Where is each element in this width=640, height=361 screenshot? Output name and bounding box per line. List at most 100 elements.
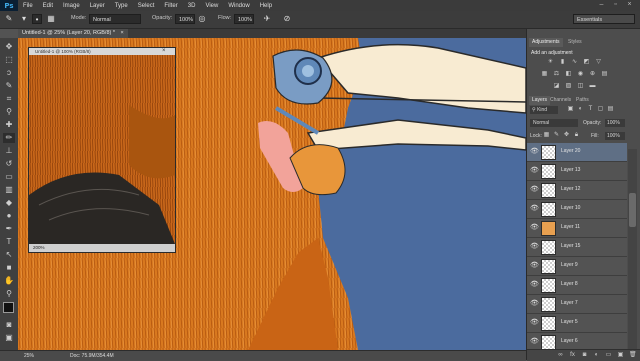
close-tab-icon[interactable]: × (121, 30, 124, 36)
type-tool-icon[interactable]: T (3, 237, 15, 247)
hand-tool-icon[interactable]: ✋ (3, 276, 15, 286)
zoom-tool-icon[interactable]: ⚲ (3, 289, 15, 299)
curves-icon[interactable]: ∿ (571, 59, 578, 66)
layers-scrollbar[interactable] (628, 149, 637, 357)
workspace-select[interactable]: Essentials (573, 14, 635, 24)
mode-select[interactable]: Normal (89, 14, 141, 24)
menu-type[interactable]: Type (110, 3, 133, 9)
menu-help[interactable]: Help (255, 3, 277, 9)
path-select-tool-icon[interactable]: ↖ (3, 250, 15, 260)
tab-paths[interactable]: Paths (573, 96, 592, 105)
minimize-button[interactable]: – (597, 1, 606, 9)
opacity-input[interactable]: 100% (175, 14, 195, 24)
clone-stamp-tool-icon[interactable]: ⊥ (3, 146, 15, 156)
layer-row[interactable]: 👁︎ Layer 12 (527, 181, 627, 200)
layer-row[interactable]: 👁︎ Layer 11 (527, 219, 627, 238)
new-group-icon[interactable]: ▭ (605, 352, 612, 359)
layer-row[interactable]: 👁︎ Layer 7 (527, 295, 627, 314)
layer-row[interactable]: 👁︎ Layer 13 (527, 162, 627, 181)
brightness-icon[interactable]: ☀ (547, 59, 554, 66)
vibrance-icon[interactable]: ▽ (595, 59, 602, 66)
tab-channels[interactable]: Channels (547, 96, 574, 105)
eyedropper-tool-icon[interactable]: ⚲ (3, 107, 15, 117)
layer-row[interactable]: 👁︎ Layer 8 (527, 276, 627, 295)
eye-icon[interactable]: 👁︎ (530, 262, 539, 270)
add-mask-icon[interactable]: ◙ (581, 352, 588, 359)
filter-adjustment-icon[interactable]: ◐ (577, 106, 584, 113)
layer-row[interactable]: 👁︎ Layer 5 (527, 314, 627, 333)
brush-tool-icon[interactable]: ✏ (3, 133, 15, 143)
lock-position-icon[interactable]: ✥ (563, 132, 570, 139)
black-white-icon[interactable]: ◧ (565, 71, 572, 78)
posterize-icon[interactable]: ▨ (565, 83, 572, 90)
history-brush-tool-icon[interactable]: ↺ (3, 159, 15, 169)
floating-window-zoom[interactable]: 200% (33, 245, 45, 250)
eye-icon[interactable]: 👁︎ (530, 148, 539, 156)
menu-edit[interactable]: Edit (38, 3, 58, 9)
lock-all-icon[interactable]: 🔒︎ (573, 132, 580, 139)
menu-3d[interactable]: 3D (183, 3, 201, 9)
menu-view[interactable]: View (200, 3, 223, 9)
filter-shape-icon[interactable]: ▢ (597, 106, 604, 113)
filter-smart-icon[interactable]: ▤ (607, 106, 614, 113)
quick-select-tool-icon[interactable]: ✎ (3, 81, 15, 91)
restore-button[interactable]: ▫ (611, 1, 620, 9)
scrollbar-thumb[interactable] (629, 193, 636, 227)
filter-kind-select[interactable]: ⚲ Kind (530, 106, 558, 114)
eye-icon[interactable]: 👁︎ (530, 224, 539, 232)
threshold-icon[interactable]: ◫ (577, 83, 584, 90)
filter-type-icon[interactable]: T (587, 106, 594, 113)
tab-styles[interactable]: Styles (565, 38, 585, 47)
eye-icon[interactable]: 👁︎ (530, 167, 539, 175)
invert-icon[interactable]: ◪ (553, 83, 560, 90)
new-layer-icon[interactable]: ▣ (617, 352, 624, 359)
screen-mode-icon[interactable]: ▣ (3, 333, 15, 343)
quick-mask-icon[interactable]: ◙ (3, 320, 15, 330)
filter-pixel-icon[interactable]: ▣ (567, 106, 574, 113)
new-adjustment-icon[interactable]: ◐ (593, 352, 600, 359)
brush-tool-icon[interactable]: ✎ (4, 14, 14, 24)
layer-style-icon[interactable]: fx (569, 352, 576, 359)
exposure-icon[interactable]: ◩ (583, 59, 590, 66)
eye-icon[interactable]: 👁︎ (530, 319, 539, 327)
dodge-tool-icon[interactable]: ● (3, 211, 15, 221)
photo-filter-icon[interactable]: ◉ (577, 71, 584, 78)
shape-tool-icon[interactable]: ■ (3, 263, 15, 273)
layer-opacity-input[interactable]: 100% (605, 119, 625, 127)
layer-row[interactable]: 👁︎ Layer 9 (527, 257, 627, 276)
lock-pixels-icon[interactable]: ✎ (553, 132, 560, 139)
color-lookup-icon[interactable]: ▤ (601, 71, 608, 78)
color-balance-icon[interactable]: ⚖ (553, 71, 560, 78)
marquee-tool-icon[interactable]: ⬚ (3, 55, 15, 65)
foreground-color-swatch[interactable] (3, 302, 14, 313)
airbrush-icon[interactable]: ✈ (262, 14, 272, 24)
floating-document-window[interactable]: Untitled-1 @ 100% (RGB/8) × 200% (28, 47, 176, 253)
blur-tool-icon[interactable]: ◆ (3, 198, 15, 208)
fill-input[interactable]: 100% (605, 132, 625, 140)
close-button[interactable]: × (625, 1, 634, 9)
tab-adjustments[interactable]: Adjustments (529, 38, 563, 47)
gradient-tool-icon[interactable]: ▥ (3, 185, 15, 195)
brush-panel-icon[interactable]: ▦ (46, 14, 56, 24)
floating-window-titlebar[interactable]: Untitled-1 @ 100% (RGB/8) × (29, 48, 175, 55)
move-tool-icon[interactable]: ✥ (3, 42, 15, 52)
lock-transparent-icon[interactable]: ▦ (543, 132, 550, 139)
eraser-tool-icon[interactable]: ▭ (3, 172, 15, 182)
eye-icon[interactable]: 👁︎ (530, 243, 539, 251)
layer-row[interactable]: 👁︎ Layer 10 (527, 200, 627, 219)
close-icon[interactable]: × (162, 48, 166, 55)
eye-icon[interactable]: 👁︎ (530, 186, 539, 194)
menu-window[interactable]: Window (223, 3, 254, 9)
channel-mixer-icon[interactable]: ⊕ (589, 71, 596, 78)
preset-picker-icon[interactable]: ▾ (20, 14, 28, 24)
menu-file[interactable]: File (18, 3, 38, 9)
crop-tool-icon[interactable]: ⌗ (3, 94, 15, 104)
healing-tool-icon[interactable]: ✚ (3, 120, 15, 130)
link-layers-icon[interactable]: ∞ (557, 352, 564, 359)
delete-layer-icon[interactable]: 🗑︎ (629, 352, 637, 359)
pen-tool-icon[interactable]: ✒ (3, 224, 15, 234)
menu-layer[interactable]: Layer (85, 3, 110, 9)
gradient-map-icon[interactable]: ▬ (589, 83, 596, 90)
eye-icon[interactable]: 👁︎ (530, 281, 539, 289)
brush-size-icon[interactable]: • (32, 14, 42, 24)
